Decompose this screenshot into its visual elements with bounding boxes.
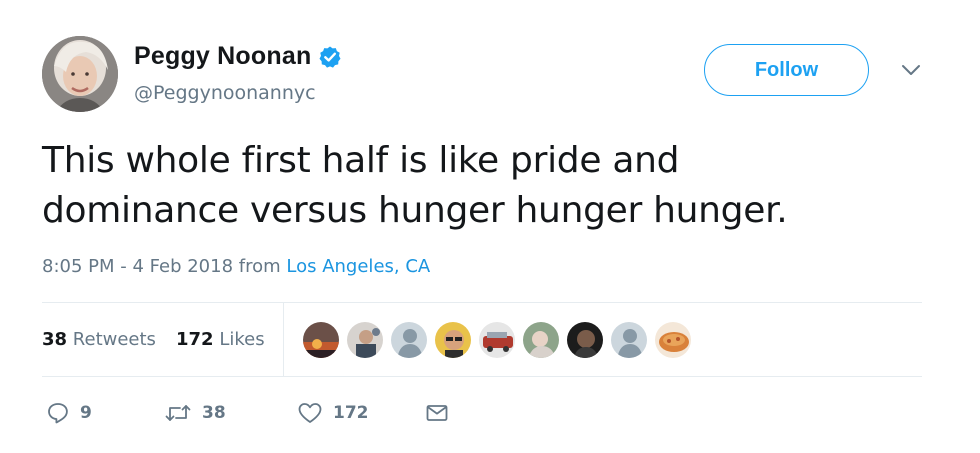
retweets-stat[interactable]: 38 Retweets bbox=[42, 329, 156, 350]
tweet-text-line: dominance versus hunger hunger hunger. bbox=[42, 190, 788, 231]
liker-avatar-9[interactable] bbox=[654, 321, 692, 359]
retweets-count: 38 bbox=[42, 329, 68, 350]
reply-button[interactable]: 9 bbox=[46, 396, 92, 430]
retweet-icon bbox=[164, 401, 192, 425]
liker-avatar-3[interactable] bbox=[390, 321, 428, 359]
name-row: Peggy Noonan bbox=[134, 42, 342, 71]
tweet-text: This whole first half is like pride and … bbox=[42, 136, 942, 236]
liker-avatar-7[interactable] bbox=[566, 321, 604, 359]
tweet-timestamp[interactable]: 8:05 PM - 4 Feb 2018 from bbox=[42, 256, 281, 277]
likes-label: Likes bbox=[219, 329, 265, 350]
like-button[interactable]: 172 bbox=[297, 396, 369, 430]
retweet-count: 38 bbox=[202, 403, 226, 423]
stats-separator bbox=[283, 303, 284, 376]
likes-stat[interactable]: 172 Likes bbox=[176, 329, 265, 350]
tweet-meta: 8:05 PM - 4 Feb 2018 from Los Angeles, C… bbox=[42, 256, 430, 277]
retweet-button[interactable]: 38 bbox=[164, 396, 226, 430]
liker-avatar-5[interactable] bbox=[478, 321, 516, 359]
liker-avatar-1[interactable] bbox=[302, 321, 340, 359]
author-name[interactable]: Peggy Noonan bbox=[134, 42, 311, 71]
like-count: 172 bbox=[333, 403, 369, 423]
tweet-header: Peggy Noonan @Peggynoonannyc Follow bbox=[42, 36, 932, 116]
envelope-icon bbox=[425, 401, 449, 425]
liker-avatar-2[interactable] bbox=[346, 321, 384, 359]
likes-count: 172 bbox=[176, 329, 214, 350]
liker-avatar-6[interactable] bbox=[522, 321, 560, 359]
tweet-location-link[interactable]: Los Angeles, CA bbox=[286, 256, 430, 277]
reply-icon bbox=[46, 401, 70, 425]
verified-badge-icon bbox=[318, 45, 342, 69]
heart-icon bbox=[297, 401, 323, 425]
liker-avatar-4[interactable] bbox=[434, 321, 472, 359]
reply-count: 9 bbox=[80, 403, 92, 423]
retweets-label: Retweets bbox=[72, 329, 156, 350]
liker-avatar-8[interactable] bbox=[610, 321, 648, 359]
divider bbox=[42, 376, 922, 377]
liker-avatars bbox=[302, 321, 698, 359]
tweet-text-line: This whole first half is like pride and bbox=[42, 140, 680, 181]
tweet-actions: 9 38 172 bbox=[42, 396, 642, 430]
author-avatar[interactable] bbox=[42, 36, 118, 112]
chevron-down-icon[interactable] bbox=[900, 62, 922, 78]
author-handle[interactable]: @Peggynoonannyc bbox=[134, 82, 316, 104]
tweet-stats: 38 Retweets 172 Likes bbox=[42, 303, 922, 376]
direct-message-button[interactable] bbox=[425, 396, 449, 430]
follow-button[interactable]: Follow bbox=[704, 44, 869, 96]
